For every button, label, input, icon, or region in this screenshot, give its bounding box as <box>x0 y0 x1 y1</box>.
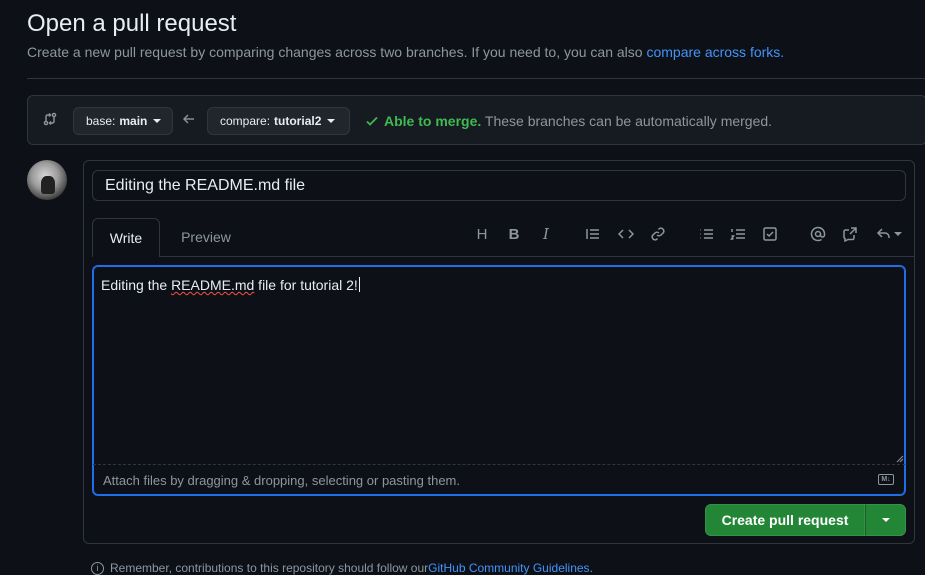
pr-body-text: Editing the README.md file for tutorial … <box>101 277 360 293</box>
mention-button[interactable] <box>808 224 828 244</box>
cross-reference-icon <box>843 227 857 242</box>
heading-button[interactable]: H <box>472 224 492 244</box>
bold-button[interactable]: B <box>504 224 524 244</box>
tabs-divider <box>92 256 914 257</box>
cross-reference-button[interactable] <box>840 224 860 244</box>
link-icon <box>651 227 665 241</box>
reply-icon <box>876 228 890 238</box>
text-cursor <box>358 277 360 292</box>
resize-handle-icon[interactable] <box>896 455 904 463</box>
compare-branch-select[interactable]: compare: tutorial2 <box>207 107 350 135</box>
pr-title-input[interactable] <box>92 170 906 201</box>
divider <box>27 78 925 79</box>
branch-range-bar: base: main compare: tutorial2 Able to merg… <box>27 95 925 145</box>
base-branch-value: main <box>119 114 148 128</box>
quote-icon <box>586 229 599 239</box>
code-icon <box>618 229 634 239</box>
merge-status-label: Able to merge. <box>384 113 482 129</box>
avatar[interactable] <box>27 160 67 200</box>
chevron-down-icon <box>153 119 162 123</box>
create-options-dropdown[interactable] <box>865 504 906 536</box>
subtitle-text: Create a new pull request by comparing c… <box>27 44 647 60</box>
body-text-misspelled-word: README.md <box>171 277 255 293</box>
base-branch-label: base: <box>86 114 116 128</box>
markdown-icon[interactable]: M↓ <box>878 474 894 485</box>
git-compare-icon <box>42 111 58 127</box>
check-icon <box>365 114 379 128</box>
list-ordered-icon <box>730 229 745 240</box>
chevron-down-icon <box>881 518 890 522</box>
page-subtitle: Create a new pull request by comparing c… <box>27 44 784 60</box>
attach-files-hint[interactable]: Attach files by dragging & dropping, sel… <box>103 473 460 488</box>
code-button[interactable] <box>616 224 636 244</box>
unordered-list-button[interactable] <box>696 224 716 244</box>
tab-write[interactable]: Write <box>92 218 160 257</box>
italic-button[interactable]: I <box>536 224 556 244</box>
attach-divider <box>93 464 905 465</box>
arrow-left-icon <box>182 112 196 126</box>
tasklist-icon <box>763 227 777 241</box>
list-unordered-icon <box>700 229 713 239</box>
create-pull-request-button[interactable]: Create pull request <box>705 504 865 536</box>
saved-replies-button[interactable] <box>874 224 904 244</box>
merge-status: Able to merge. These branches can be aut… <box>384 113 772 129</box>
body-text-prefix: Editing the <box>101 277 172 293</box>
compare-branch-label: compare: <box>220 114 271 128</box>
body-text-suffix: file for tutorial 2! <box>254 277 358 293</box>
mention-icon <box>810 226 826 242</box>
chevron-down-icon <box>327 119 336 123</box>
compare-across-forks-link[interactable]: compare across forks. <box>646 44 784 60</box>
merge-status-detail: These branches can be automatically merg… <box>484 113 773 129</box>
pr-body-textarea[interactable] <box>92 265 906 496</box>
chevron-down-icon <box>894 232 902 236</box>
link-button[interactable] <box>648 224 668 244</box>
base-branch-select[interactable]: base: main <box>73 107 173 135</box>
task-list-button[interactable] <box>760 224 780 244</box>
ordered-list-button[interactable] <box>728 224 748 244</box>
compare-branch-value: tutorial2 <box>274 114 322 128</box>
quote-button[interactable] <box>583 224 603 244</box>
tab-preview[interactable]: Preview <box>165 218 247 256</box>
page-title: Open a pull request <box>27 10 237 37</box>
